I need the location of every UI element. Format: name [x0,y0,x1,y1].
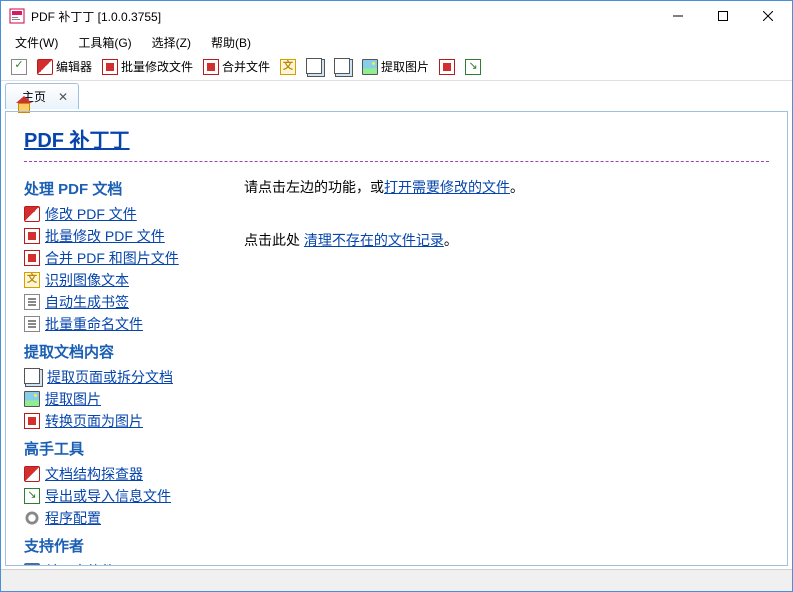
menu-select[interactable]: 选择(Z) [142,32,201,53]
toolbar-checklist-button[interactable] [7,57,31,77]
separator [24,161,769,162]
rename-icon [24,316,40,332]
gear-icon [24,510,40,526]
list-item: 批量修改 PDF 文件 [24,225,224,247]
toolbar-copy-button[interactable] [302,56,328,78]
list-item: 转换页面为图片 [24,410,224,432]
pdf-merge-icon [203,59,219,75]
sidebar: 处理 PDF 文档 修改 PDF 文件 批量修改 PDF 文件 合并 PDF 和… [24,172,224,565]
link-batch-rename[interactable]: 批量重命名文件 [45,314,143,334]
minimize-button[interactable] [655,2,700,30]
convert-icon [439,59,455,75]
app-icon [9,8,25,24]
paste-icon [334,58,350,74]
link-modify-pdf[interactable]: 修改 PDF 文件 [45,204,137,224]
section-process-heading: 处理 PDF 文档 [24,178,224,199]
pdf-batch-icon [102,59,118,75]
tab-strip: 主页 ✕ [1,81,792,109]
list-item: 批量重命名文件 [24,313,224,335]
maximize-button[interactable] [700,2,745,30]
toolbar-export-button[interactable] [461,57,485,77]
toolbar-convert-button[interactable] [435,57,459,77]
export-icon [24,488,40,504]
toolbar-ocr-button[interactable] [276,57,300,77]
title-bar: PDF 补丁丁 [1.0.0.3755] [1,1,792,31]
toolbar-extract-images-button[interactable]: 提取图片 [358,56,433,77]
list-item: 提取页面或拆分文档 [24,366,224,388]
link-ocr[interactable]: 识别图像文本 [45,270,129,290]
page-title[interactable]: PDF 补丁丁 [24,124,130,153]
split-icon [24,368,40,384]
toolbar-merge-button[interactable]: 合并文件 [199,56,274,77]
link-import-export[interactable]: 导出或导入信息文件 [45,486,171,506]
list-item: 导出或导入信息文件 [24,485,224,507]
toolbar-paste-button[interactable] [330,56,356,78]
menu-toolbox[interactable]: 工具箱(G) [68,32,141,53]
structure-icon [24,466,40,482]
toolbar-batch-modify-button[interactable]: 批量修改文件 [98,56,197,77]
link-config[interactable]: 程序配置 [45,508,101,528]
main-panel: 请点击左边的功能，或打开需要修改的文件。 点击此处 清理不存在的文件记录。 [244,172,769,565]
content-frame: PDF 补丁丁 处理 PDF 文档 修改 PDF 文件 批量修改 PDF 文件 … [5,111,788,566]
prompt-line-2: 点击此处 清理不存在的文件记录。 [244,227,769,254]
content-area: PDF 补丁丁 处理 PDF 文档 修改 PDF 文件 批量修改 PDF 文件 … [6,112,787,565]
image-icon [362,59,378,75]
copy-icon [306,58,322,74]
status-bar [1,569,792,591]
list-item: 识别图像文本 [24,269,224,291]
toolbar-batch-label: 批量修改文件 [121,58,193,75]
image-icon [24,391,40,407]
toolbar-editor-button[interactable]: 编辑器 [33,56,96,77]
window-title: PDF 补丁丁 [1.0.0.3755] [31,8,655,25]
menu-file[interactable]: 文件(W) [5,32,68,53]
pdf-icon [24,206,40,222]
prompt-line-1: 请点击左边的功能，或打开需要修改的文件。 [244,174,769,201]
link-auto-bookmark[interactable]: 自动生成书签 [45,292,129,312]
link-clean-records[interactable]: 清理不存在的文件记录 [304,232,444,248]
toolbar-merge-label: 合并文件 [222,58,270,75]
link-merge[interactable]: 合并 PDF 和图片文件 [45,248,179,268]
list-item: 合并 PDF 和图片文件 [24,247,224,269]
list-item: 自动生成书签 [24,291,224,313]
section-extract-heading: 提取文档内容 [24,341,224,362]
tab-close-button[interactable]: ✕ [58,90,68,104]
close-button[interactable] [745,2,790,30]
link-extract-images[interactable]: 提取图片 [45,389,101,409]
link-open-file[interactable]: 打开需要修改的文件 [384,179,510,195]
link-extract-split[interactable]: 提取页面或拆分文档 [47,367,173,387]
menu-bar: 文件(W) 工具箱(G) 选择(Z) 帮助(B) [1,31,792,53]
checklist-icon [11,59,27,75]
pdf-icon [37,59,53,75]
bookmark-icon [24,294,40,310]
list-item: 关于本软件 [24,560,224,565]
convert-icon [24,413,40,429]
menu-help[interactable]: 帮助(B) [201,32,261,53]
pdf-batch-icon [24,228,40,244]
list-item: 修改 PDF 文件 [24,203,224,225]
list-item: 文档结构探查器 [24,463,224,485]
link-structure[interactable]: 文档结构探查器 [45,464,143,484]
toolbar: 编辑器 批量修改文件 合并文件 提取图片 [1,53,792,81]
toolbar-editor-label: 编辑器 [56,58,92,75]
text-icon [24,272,40,288]
section-advanced-heading: 高手工具 [24,438,224,459]
list-item: 提取图片 [24,388,224,410]
tab-home[interactable]: 主页 ✕ [5,83,79,109]
link-about[interactable]: 关于本软件 [45,561,115,565]
section-support-heading: 支持作者 [24,535,224,556]
pdf-merge-icon [24,250,40,266]
text-icon [280,59,296,75]
link-batch-modify[interactable]: 批量修改 PDF 文件 [45,226,165,246]
toolbar-extract-label: 提取图片 [381,58,429,75]
link-page-to-image[interactable]: 转换页面为图片 [45,411,143,431]
export-icon [465,59,481,75]
user-icon [24,563,40,565]
list-item: 程序配置 [24,507,224,529]
